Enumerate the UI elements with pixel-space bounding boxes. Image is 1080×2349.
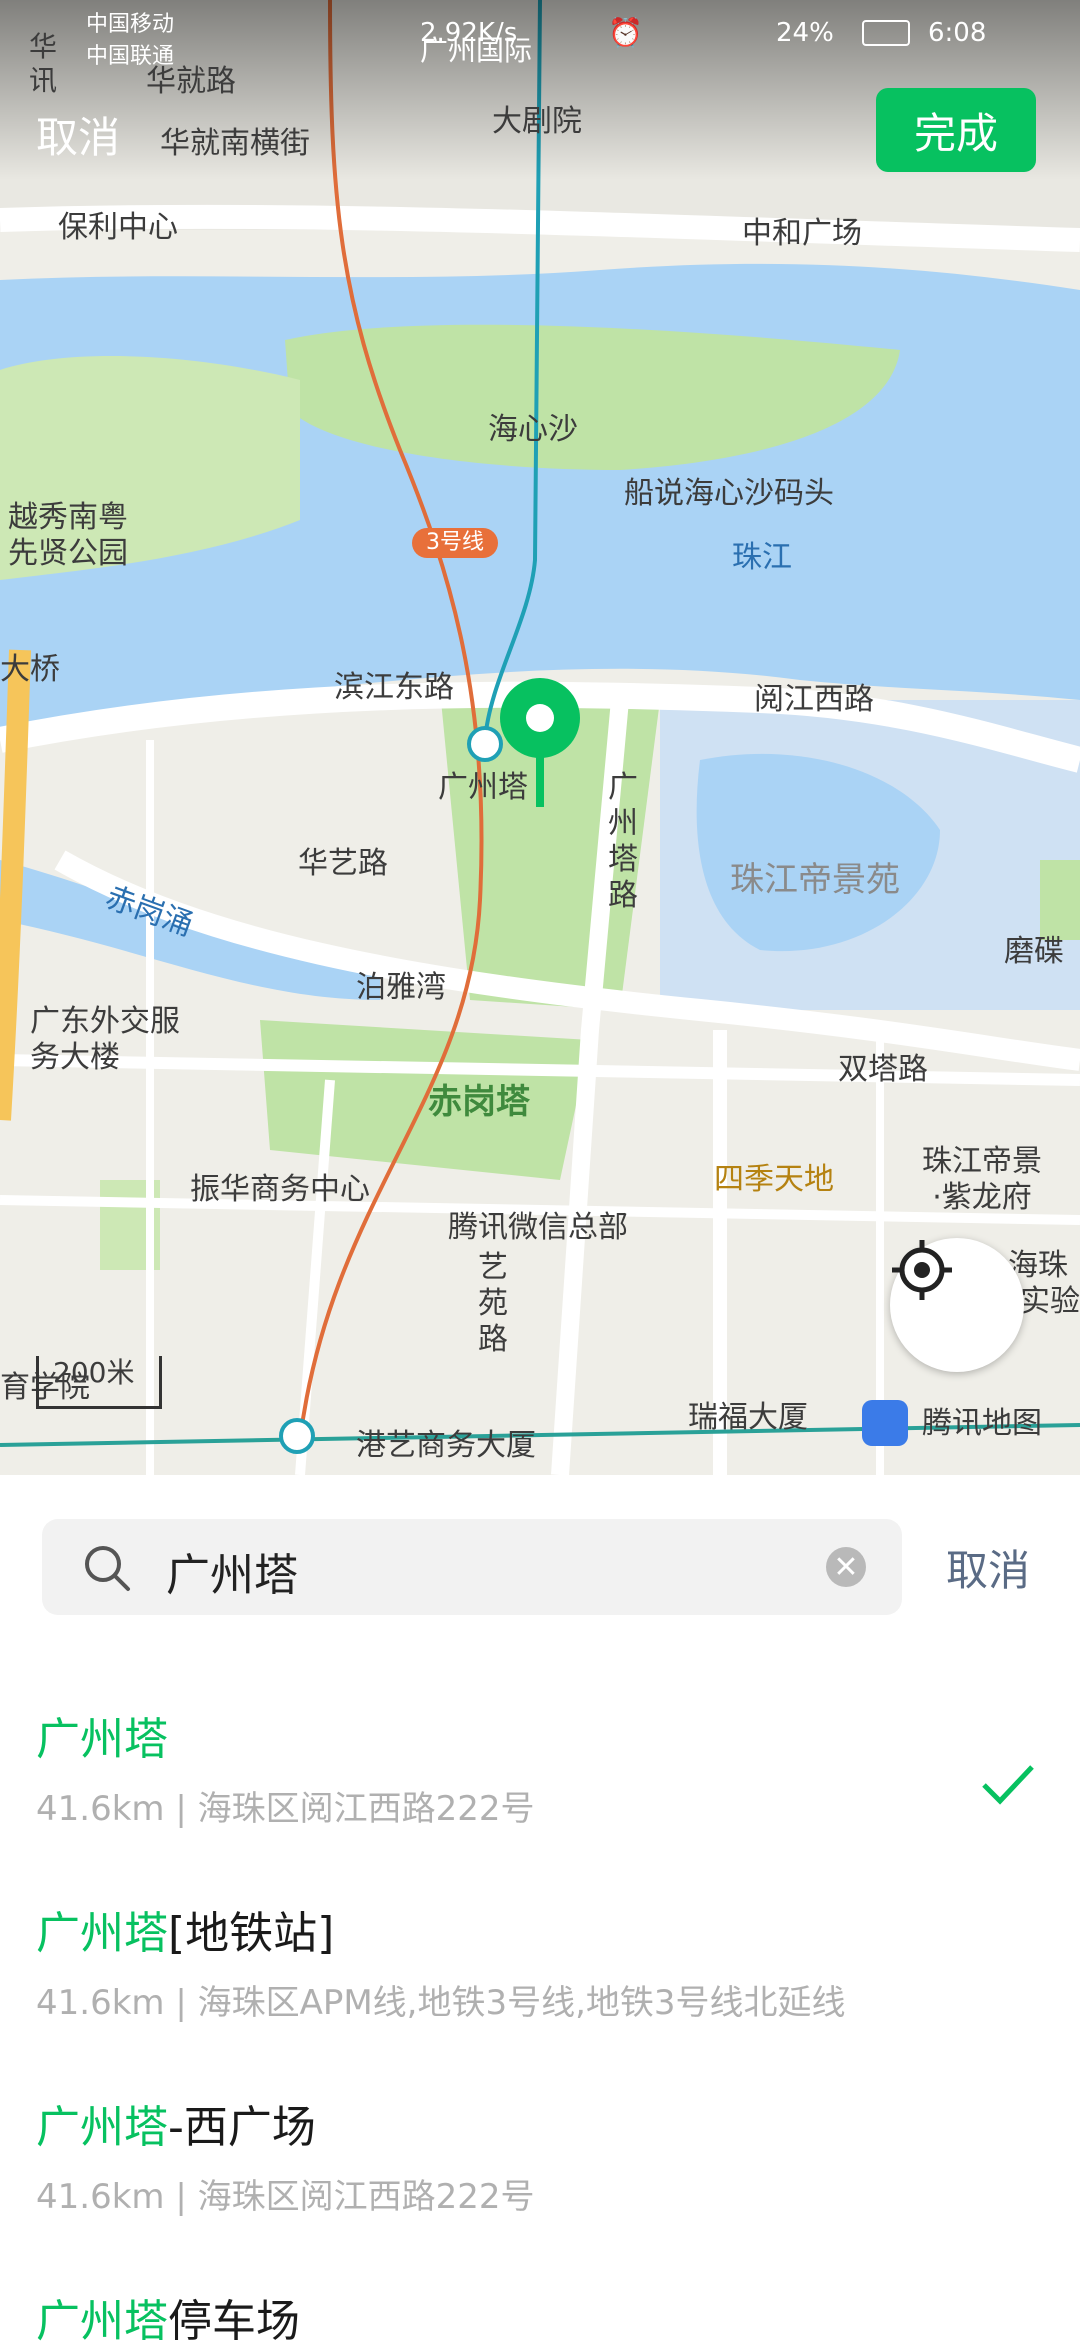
result-title: 广州塔 [36,1703,1036,1767]
map-label: 中和广场 [742,216,862,251]
result-item[interactable]: 广州塔-西广场 41.6km | 海珠区阅江西路222号 [36,2091,1036,2218]
result-title-rest: [地铁站] [168,1908,335,1959]
map-label: 泊雅湾 [356,970,446,1005]
tencent-map-logo-icon [862,1400,908,1446]
scale-bar: 200米 [36,1356,162,1409]
crosshair-icon [892,1240,952,1300]
cancel-button[interactable]: 取消 [36,104,120,165]
map-label: 赤岗塔 [428,1082,530,1122]
map-label: 瑞福大厦 [688,1400,808,1435]
map-label: 腾讯微信总部 [448,1210,628,1245]
battery-icon [862,20,910,46]
result-item[interactable]: 广州塔[地铁站] 41.6km | 海珠区APM线,地铁3号线,地铁3号线北延线 [36,1897,1036,2024]
map-label: 大剧院 [492,104,582,139]
result-title-highlight: 广州塔 [36,1908,168,1959]
map-label: 双塔路 [838,1052,928,1087]
status-bar: 中国移动 中国联通 2.92K/s ⏰ 24% 6:08 [0,0,1080,70]
map-label: 珠江 [732,540,792,575]
result-item[interactable]: 广州塔停车场 [36,2285,1036,2349]
carrier-1: 中国移动 [86,12,175,37]
map-label: 华就路 [146,64,236,99]
map-label: 广州国际 [420,34,533,67]
map-label: 保利中心 [58,210,178,245]
clock: 6:08 [928,18,987,48]
battery-percent: 24% [776,18,834,48]
result-title: 广州塔-西广场 [36,2091,1036,2155]
clear-icon[interactable]: ✕ [826,1547,866,1587]
map-label: 广州塔 [438,770,528,805]
result-title-highlight: 广州塔 [36,2102,168,2153]
map-label: 艺苑路 [478,1250,508,1357]
map-view[interactable]: 中国移动 中国联通 2.92K/s ⏰ 24% 6:08 取消 完成 华讯 华就… [0,0,1080,1475]
alarm-icon: ⏰ [608,16,643,49]
map-label: 华就南横街 [160,126,310,161]
map-label: 大桥 [0,652,60,687]
done-button[interactable]: 完成 [876,88,1036,172]
map-label: 港艺商务大厦 [356,1428,536,1463]
map-label: 海心沙 [488,412,578,447]
map-label: 广州塔路 [608,770,638,913]
map-label: 华讯 [28,30,57,97]
result-title: 广州塔[地铁站] [36,1897,1036,1961]
search-input[interactable]: 广州塔 [166,1539,298,1603]
checkmark-icon [982,1765,1034,1805]
map-label: 磨碟 [1004,934,1064,969]
search-icon [85,1546,130,1591]
search-bar[interactable]: 广州塔 ✕ [42,1519,902,1615]
result-subtitle: 41.6km | 海珠区APM线,地铁3号线,地铁3号线北延线 [36,1983,846,2023]
map-label: 珠江帝景·紫龙府 [922,1144,1042,1215]
result-title-highlight: 广州塔 [36,1714,168,1765]
map-label: 珠江帝景苑 [730,860,900,900]
result-subtitle: 41.6km | 海珠区阅江西路222号 [36,1789,535,1829]
map-label: 广东外交服务大楼 [30,1004,180,1075]
locate-button[interactable] [890,1238,1024,1372]
result-title-rest: -西广场 [168,2102,316,2153]
result-title-highlight: 广州塔 [36,2296,168,2347]
result-subtitle: 41.6km | 海珠区阅江西路222号 [36,2177,535,2217]
map-label: 船说海心沙码头 [624,476,834,511]
map-label: 振华商务中心 [190,1172,370,1207]
result-title: 广州塔停车场 [36,2285,1036,2349]
metro-line-badge: 3号线 [412,528,498,559]
map-label: 华艺路 [298,846,388,881]
result-item[interactable]: 广州塔 41.6km | 海珠区阅江西路222号 [36,1703,1036,1830]
map-label: 滨江东路 [334,670,454,705]
map-label: 四季天地 [714,1162,834,1197]
map-label: 实验 [1020,1284,1080,1319]
search-panel: 广州塔 ✕ 取消 广州塔 41.6km | 海珠区阅江西路222号 广州塔[地铁… [0,1475,1080,2347]
map-label: 越秀南粤先贤公园 [8,500,128,571]
map-label: 阅江西路 [754,682,874,717]
result-title-rest: 停车场 [168,2296,300,2347]
search-cancel-button[interactable]: 取消 [946,1537,1030,1598]
scale-label: 200米 [53,1356,135,1389]
tencent-map-label: 腾讯地图 [922,1406,1042,1441]
